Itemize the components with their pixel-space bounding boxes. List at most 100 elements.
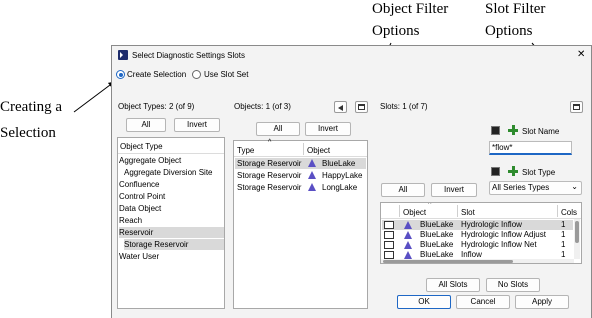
reservoir-icon (404, 241, 412, 249)
objects-col-object[interactable]: Object (307, 145, 330, 156)
series-slot-icon (384, 221, 394, 229)
slot-name-cell: Hydrologic Inflow Net (461, 240, 537, 249)
slot-object-cell: BlueLake (420, 220, 454, 229)
reservoir-icon (404, 221, 412, 229)
column-divider (557, 205, 558, 217)
creating-arrow (73, 81, 115, 113)
slots-col-slot[interactable]: Slot (461, 207, 475, 218)
reservoir-icon (308, 171, 316, 179)
objects-header: Objects: 1 (of 3) (234, 102, 291, 111)
window-title: Select Diagnostic Settings Slots (132, 51, 245, 60)
object-types-invert-button[interactable]: Invert (174, 118, 220, 132)
filter-options-icon (573, 104, 580, 110)
add-slot-name-icon[interactable] (508, 125, 518, 135)
slots-table: ^ Object Slot Cols BlueLake Hydrologic In… (380, 202, 582, 264)
object-type-item[interactable]: Confluence (119, 179, 224, 190)
series-slot-icon (384, 231, 394, 239)
object-type-cell: Storage Reservoir (237, 159, 302, 168)
slot-object-cell: BlueLake (420, 240, 454, 249)
chevron-down-icon: ⌄ (571, 182, 578, 191)
object-type-cell: Storage Reservoir (237, 171, 302, 180)
slot-filter-options-button[interactable] (570, 101, 583, 113)
objects-invert-button[interactable]: Invert (305, 122, 351, 136)
objects-table: ^ Type Object Storage Reservoir BlueLake S… (233, 139, 368, 309)
table-row[interactable]: Storage Reservoir LongLake (235, 182, 366, 193)
reservoir-icon (404, 231, 412, 239)
no-slots-button[interactable]: No Slots (486, 278, 540, 292)
slots-col-object[interactable]: Object (403, 207, 426, 218)
all-slots-button[interactable]: All Slots (426, 278, 480, 292)
slot-name-cell: Hydrologic Inflow Adjust (461, 230, 546, 239)
reservoir-icon (308, 183, 316, 191)
slot-name-label: Slot Name (522, 127, 560, 136)
sort-indicator: ^ (428, 202, 432, 208)
series-slot-icon (384, 251, 394, 259)
table-row[interactable]: BlueLake Hydrologic Inflow Net 1 (382, 240, 573, 250)
slot-cols-cell: 1 (561, 220, 566, 229)
object-types-all-button[interactable]: All (126, 118, 166, 132)
object-filter-options-button[interactable] (355, 101, 368, 113)
objects-all-button[interactable]: All (256, 122, 300, 136)
object-type-item[interactable]: Water User (119, 251, 224, 262)
table-row[interactable]: Storage Reservoir BlueLake (235, 158, 366, 169)
objects-col-type[interactable]: Type (237, 145, 254, 156)
object-type-cell: Storage Reservoir (237, 183, 302, 192)
slot-name-toggle[interactable] (491, 126, 500, 135)
object-type-item[interactable]: Control Point (119, 191, 224, 202)
slot-type-toggle[interactable] (491, 167, 500, 176)
radio-create-selection[interactable] (116, 70, 125, 79)
slots-invert-button[interactable]: Invert (431, 183, 477, 197)
table-row[interactable]: BlueLake Hydrologic Inflow 1 (382, 220, 573, 230)
slots-col-cols[interactable]: Cols (561, 207, 577, 218)
arrow-left-icon (338, 104, 343, 111)
cancel-button[interactable]: Cancel (456, 295, 510, 309)
ok-button[interactable]: OK (397, 295, 451, 309)
object-types-list: Object Type Aggregate Object Aggregate Di… (117, 137, 225, 309)
slot-type-select[interactable]: All Series Types ⌄ (489, 181, 582, 195)
title-bar: Select Diagnostic Settings Slots ✕ (112, 46, 591, 66)
column-divider (457, 205, 458, 217)
column-divider (303, 143, 304, 155)
table-row[interactable]: BlueLake Hydrologic Inflow Adjust 1 (382, 230, 573, 240)
object-type-item[interactable]: Aggregate Diversion Site (124, 167, 224, 178)
slot-type-value: All Series Types (492, 183, 550, 192)
vertical-scrollbar[interactable] (574, 219, 580, 259)
object-type-item[interactable]: Storage Reservoir (124, 239, 224, 250)
radio-use-label[interactable]: Use Slot Set (204, 70, 248, 80)
slots-all-button[interactable]: All (381, 183, 425, 197)
object-type-item[interactable]: Reservoir (119, 227, 224, 238)
filter-options-icon (358, 104, 365, 110)
reservoir-icon (404, 251, 412, 259)
object-types-column-header: Object Type (120, 142, 163, 151)
slot-type-label: Slot Type (522, 168, 556, 177)
slots-header: Slots: 1 (of 7) (380, 102, 428, 111)
horizontal-scrollbar[interactable] (381, 259, 574, 263)
object-type-item[interactable]: Aggregate Object (119, 155, 224, 166)
slot-cols-cell: 1 (561, 230, 566, 239)
slot-cols-cell: 1 (561, 240, 566, 249)
object-name-cell: BlueLake (322, 159, 356, 168)
column-divider (399, 205, 400, 217)
header-divider (234, 156, 367, 157)
object-type-item[interactable]: Reach (119, 215, 224, 226)
app-icon (118, 50, 128, 60)
apply-button[interactable]: Apply (515, 295, 569, 309)
object-name-cell: HappyLake (322, 171, 363, 180)
add-slot-type-icon[interactable] (508, 166, 518, 176)
collapse-panel-button[interactable] (334, 101, 347, 113)
header-divider (118, 153, 224, 154)
close-icon[interactable]: ✕ (577, 50, 585, 60)
radio-use-slot-set[interactable] (192, 70, 201, 79)
object-name-cell: LongLake (322, 183, 358, 192)
table-row[interactable]: Storage Reservoir HappyLake (235, 170, 366, 181)
radio-create-label[interactable]: Create Selection (127, 70, 186, 80)
sort-indicator: ^ (268, 139, 272, 146)
header-divider (381, 218, 581, 219)
object-type-item[interactable]: Data Object (119, 203, 224, 214)
object-types-header: Object Types: 2 (of 9) (118, 102, 195, 111)
series-slot-icon (384, 241, 394, 249)
dialog-window: Select Diagnostic Settings Slots ✕ Creat… (111, 45, 592, 318)
slot-object-cell: BlueLake (420, 230, 454, 239)
slot-name-input[interactable]: *flow* (489, 141, 572, 155)
reservoir-icon (308, 159, 316, 167)
